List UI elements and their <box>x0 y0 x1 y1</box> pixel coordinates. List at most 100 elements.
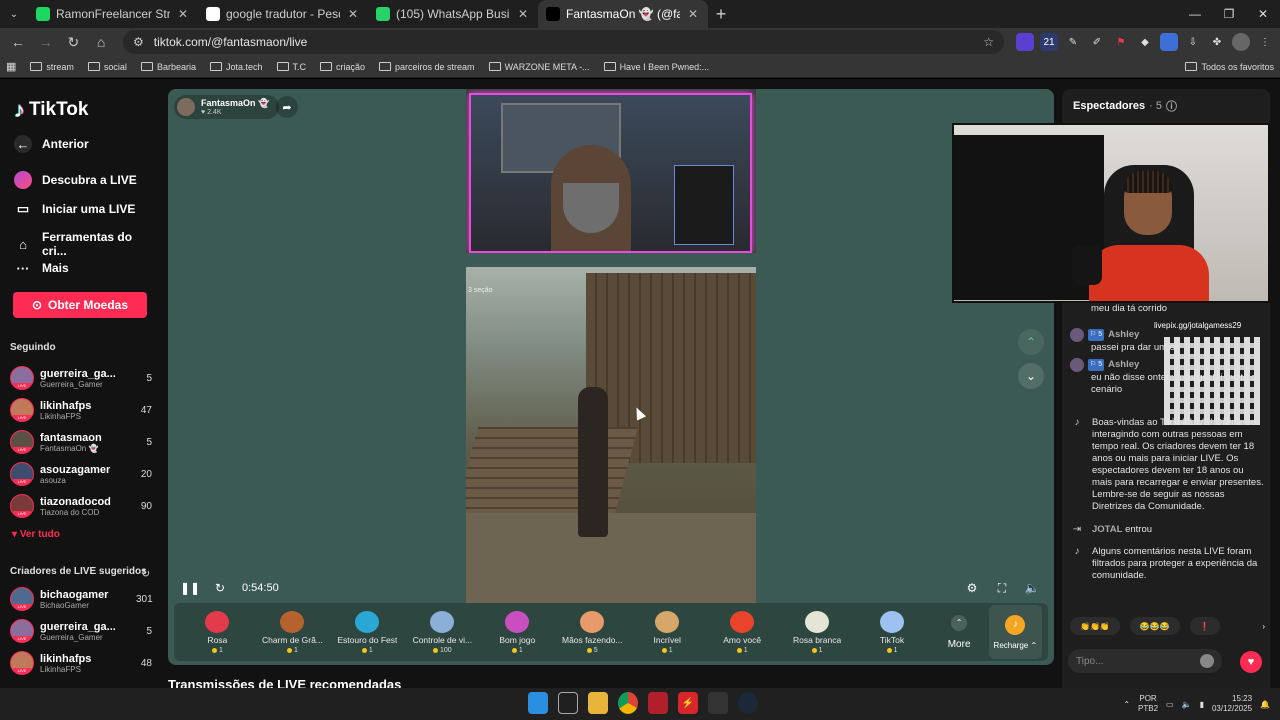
bookmark-item[interactable]: stream <box>30 62 74 72</box>
diamond-extension-icon[interactable]: ◆ <box>1136 33 1154 51</box>
home-icon[interactable]: ⌂ <box>89 30 113 54</box>
avatar[interactable] <box>1070 328 1084 342</box>
bookmark-item[interactable]: Barbearia <box>140 62 196 72</box>
sidebar-account[interactable]: LIVE likinhafps LikinhaFPS 48 <box>10 648 152 678</box>
sidebar-account[interactable]: LIVE fantasmaon FantasmaOn 👻 5 <box>10 427 152 457</box>
task-view-icon[interactable] <box>558 692 578 714</box>
translate-extension-icon[interactable] <box>1160 33 1178 51</box>
sidebar-account[interactable]: LIVE likinhafps LikinhaFPS 47 <box>10 395 152 425</box>
pin-extension-icon[interactable]: ⚑ <box>1112 33 1130 51</box>
gift-item[interactable]: Mãos fazendo... 5 <box>555 610 630 654</box>
tray-chevron-icon[interactable]: ⌃ <box>1123 700 1130 709</box>
share-icon[interactable]: ➦ <box>276 96 298 118</box>
epic-games-icon[interactable] <box>708 692 728 714</box>
see-all-link[interactable]: ▾ Ver tudo <box>12 529 60 540</box>
gift-item[interactable]: Rosa branca 1 <box>780 610 855 654</box>
quick-reaction-button[interactable]: 👏👏👏 <box>1070 617 1120 635</box>
bookmark-item[interactable]: WARZONE META -... <box>488 62 590 72</box>
bookmark-item[interactable]: social <box>87 62 127 72</box>
nav-discover-live[interactable]: Descubra a LIVE <box>14 171 137 189</box>
emoji-icon[interactable] <box>1200 654 1214 668</box>
viewers-header[interactable]: Espectadores · 5 ⓘ <box>1073 98 1177 114</box>
tab-close-icon[interactable]: ✕ <box>516 7 530 21</box>
heart-button[interactable]: ♥ <box>1240 651 1262 673</box>
previous-live-button[interactable]: ⌃ <box>1018 329 1044 355</box>
browser-tab[interactable]: (105) WhatsApp Business ✕ <box>368 0 538 28</box>
back-icon[interactable]: ← <box>6 30 30 54</box>
site-info-icon[interactable]: ⚙ <box>133 35 144 49</box>
sidebar-account[interactable]: LIVE bichaogamer BichaoGamer 301 <box>10 584 153 614</box>
battery-icon[interactable]: ▮ <box>1200 700 1204 709</box>
tiktok-logo[interactable]: ♪ TikTok <box>14 97 88 123</box>
gift-item[interactable]: TikTok 1 <box>855 610 930 654</box>
reload-icon[interactable]: ↻ <box>62 30 86 54</box>
all-bookmarks[interactable]: Todos os favoritos <box>1185 62 1274 72</box>
chat-username[interactable]: Ashley <box>1108 329 1139 341</box>
nav-back[interactable]: ← Anterior <box>14 135 89 153</box>
language-indicator[interactable]: POR PTB2 <box>1138 694 1158 714</box>
chat-username[interactable]: Ashley <box>1108 359 1139 371</box>
bookmark-item[interactable]: Have I Been Pwned:... <box>603 62 709 72</box>
tab-close-icon[interactable]: ✕ <box>346 7 360 21</box>
dropper-extension-icon[interactable]: ✐ <box>1088 33 1106 51</box>
recharge-button[interactable]: ♪ Recharge ⌃ <box>988 605 1042 659</box>
bookmark-item[interactable]: Jota.tech <box>209 62 263 72</box>
gift-item[interactable]: Amo você 1 <box>705 610 780 654</box>
close-window-button[interactable]: ✕ <box>1246 0 1280 28</box>
streaming-app-icon[interactable] <box>648 692 668 714</box>
gift-item[interactable]: Rosa 1 <box>180 610 255 654</box>
clock[interactable]: 15:23 03/12/2025 <box>1212 694 1252 714</box>
extension-badge-icon[interactable]: 21 <box>1040 33 1058 51</box>
sidebar-account[interactable]: LIVE asouzagamer asouza 20 <box>10 459 152 489</box>
browser-tab[interactable]: google tradutor - Pesquisa Goo ✕ <box>198 0 368 28</box>
lightning-app-icon[interactable]: ⚡ <box>678 692 698 714</box>
new-tab-button[interactable]: + <box>708 4 734 25</box>
apps-grid-icon[interactable]: ▦ <box>6 60 16 73</box>
refresh-stream-icon[interactable]: ↻ <box>212 580 228 596</box>
refresh-icon[interactable]: ↻ <box>141 567 150 580</box>
extension-icon[interactable] <box>1016 33 1034 51</box>
gift-item[interactable]: Bom jogo 1 <box>480 610 555 654</box>
volume-icon[interactable]: 🔈 <box>1024 580 1040 596</box>
chrome-icon[interactable] <box>618 692 638 714</box>
avatar[interactable] <box>1070 358 1084 372</box>
chat-input[interactable]: Tipo... <box>1068 649 1222 673</box>
network-icon[interactable]: ▭ <box>1166 700 1174 709</box>
joined-user[interactable]: JOTAL <box>1092 524 1122 535</box>
get-coins-button[interactable]: ⊙ Obter Moedas <box>13 292 147 318</box>
pen-extension-icon[interactable]: ✎ <box>1064 33 1082 51</box>
extensions-puzzle-icon[interactable]: ✤ <box>1208 33 1226 51</box>
gift-item[interactable]: Estouro do Fest 1 <box>330 610 405 654</box>
sidebar-account[interactable]: LIVE tiazonadocod Tiazona do COD 90 <box>10 491 152 521</box>
gift-item[interactable]: Controle de vi... 100 <box>405 610 480 654</box>
windows-start-icon[interactable] <box>528 692 548 714</box>
bookmark-item[interactable]: parceiros de stream <box>379 62 475 72</box>
bookmark-star-icon[interactable]: ☆ <box>983 35 994 49</box>
nav-go-live[interactable]: ▭ Iniciar uma LIVE <box>14 200 136 218</box>
url-bar[interactable]: ⚙ tiktok.com/@fantasmaon/live ☆ <box>123 30 1004 54</box>
host-info[interactable]: FantasmaOn 👻 ♥ 2.4K <box>174 95 280 119</box>
sidebar-account[interactable]: LIVE guerreira_ga... Guerreira_Gamer 5 <box>10 616 152 646</box>
sidebar-account[interactable]: LIVE guerreira_ga... Guerreira_Gamer 5 <box>10 363 152 393</box>
bookmark-item[interactable]: T.C <box>276 62 306 72</box>
nav-creator-tools[interactable]: ⌂ Ferramentas do cri... <box>14 230 160 258</box>
download-icon[interactable]: ⇩ <box>1184 33 1202 51</box>
profile-avatar-icon[interactable] <box>1232 33 1250 51</box>
more-gifts-button[interactable]: ⌃ More <box>930 614 989 650</box>
tab-close-icon[interactable]: ✕ <box>686 7 700 21</box>
fullscreen-icon[interactable]: ⛶ <box>994 580 1010 596</box>
browser-tab[interactable]: RamonFreelancer Stream - Watc ✕ <box>28 0 198 28</box>
quick-reaction-button[interactable]: ❗ <box>1189 617 1220 635</box>
next-live-button[interactable]: ⌄ <box>1018 363 1044 389</box>
tab-close-icon[interactable]: ✕ <box>176 7 190 21</box>
settings-gear-icon[interactable]: ⚙ <box>964 580 980 596</box>
stream-video[interactable]: 3 seção <box>466 89 756 603</box>
gift-item[interactable]: Charm de Grã... 1 <box>255 610 330 654</box>
quick-reaction-button[interactable]: 😂😂😂 <box>1129 617 1180 635</box>
pause-icon[interactable]: ❚❚ <box>180 580 200 596</box>
notifications-icon[interactable]: 🔔 <box>1260 700 1270 709</box>
steam-icon[interactable] <box>738 692 758 714</box>
info-icon[interactable]: ⓘ <box>1166 98 1177 114</box>
browser-menu-icon[interactable]: ⋮ <box>1256 33 1274 51</box>
restore-button[interactable]: ❐ <box>1212 0 1246 28</box>
